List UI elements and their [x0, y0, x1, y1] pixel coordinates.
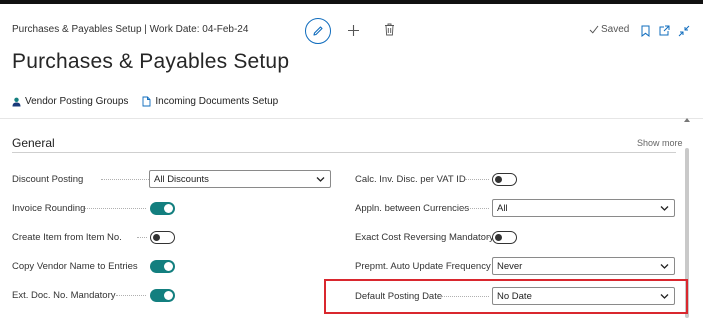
pencil-icon — [313, 26, 323, 36]
calc-inv-disc-toggle[interactable] — [492, 173, 517, 186]
field-label: Calc. Inv. Disc. per VAT ID — [355, 173, 466, 185]
ext-doc-no-mandatory-toggle[interactable] — [150, 289, 175, 302]
incoming-documents-setup-label: Incoming Documents Setup — [155, 96, 279, 107]
incoming-documents-setup-action[interactable]: Incoming Documents Setup — [142, 96, 278, 107]
top-bar — [0, 0, 703, 4]
checkmark-icon — [589, 25, 599, 34]
bookmark-icon — [641, 25, 650, 38]
trash-icon — [385, 23, 394, 36]
field-label: Create Item from Item No. — [12, 231, 122, 243]
page-title: Purchases & Payables Setup — [12, 50, 290, 73]
open-new-window-icon — [659, 25, 670, 36]
collapse-button[interactable] — [678, 24, 690, 42]
chevron-down-icon — [660, 206, 669, 211]
copy-vendor-name-field: Copy Vendor Name to Entries — [12, 256, 332, 276]
vendor-posting-groups-label: Vendor Posting Groups — [25, 96, 129, 107]
open-new-window-button[interactable] — [658, 24, 670, 42]
divider — [0, 118, 703, 119]
delete-button[interactable] — [384, 23, 395, 41]
section-title[interactable]: General — [12, 136, 55, 150]
toggle-knob — [164, 291, 173, 300]
saved-label: Saved — [601, 24, 630, 35]
invoice-rounding-field: Invoice Rounding — [12, 198, 332, 218]
toggle-knob — [494, 175, 502, 183]
edit-button[interactable] — [305, 18, 331, 44]
toggle-knob — [164, 262, 173, 271]
vendor-posting-groups-action[interactable]: Vendor Posting Groups — [12, 96, 128, 107]
create-item-field: Create Item from Item No. — [12, 227, 332, 247]
leader-dots — [101, 179, 155, 180]
field-label: Discount Posting — [12, 173, 84, 185]
highlight-box — [324, 279, 688, 314]
breadcrumb: Purchases & Payables Setup | Work Date: … — [12, 24, 249, 35]
field-label: Invoice Rounding — [12, 202, 86, 214]
show-more-link[interactable]: Show more — [637, 138, 683, 148]
create-item-toggle[interactable] — [150, 231, 175, 244]
leader-dots — [78, 208, 146, 209]
select-value: Never — [497, 260, 523, 272]
toggle-knob — [164, 204, 173, 213]
leader-dots — [137, 237, 147, 238]
leader-dots — [458, 208, 489, 209]
scroll-up-arrow[interactable] — [684, 118, 690, 122]
exact-cost-reversing-toggle[interactable] — [492, 231, 517, 244]
section-divider — [12, 152, 676, 153]
toggle-knob — [152, 233, 160, 241]
collapse-icon — [678, 25, 690, 37]
leader-dots — [116, 295, 146, 296]
action-bar: Vendor Posting Groups Incoming Documents… — [12, 96, 278, 107]
invoice-rounding-toggle[interactable] — [150, 202, 175, 215]
prepmt-auto-update-select[interactable]: Never — [492, 257, 675, 275]
field-label: Copy Vendor Name to Entries — [12, 260, 138, 272]
ext-doc-no-mandatory-field: Ext. Doc. No. Mandatory — [12, 285, 332, 305]
plus-icon — [348, 24, 359, 36]
exact-cost-reversing-field: Exact Cost Reversing Mandatory — [355, 227, 677, 247]
appln-between-currencies-select[interactable]: All — [492, 199, 675, 217]
saved-status: Saved — [589, 24, 629, 35]
chevron-down-icon — [316, 177, 325, 182]
document-icon — [142, 96, 151, 107]
field-label: Exact Cost Reversing Mandatory — [355, 231, 494, 243]
bookmark-button[interactable] — [641, 24, 650, 42]
copy-vendor-name-toggle[interactable] — [150, 260, 175, 273]
new-button[interactable] — [347, 20, 361, 40]
toggle-knob — [494, 233, 502, 241]
person-icon — [12, 97, 21, 106]
chevron-down-icon — [660, 264, 669, 269]
field-label: Prepmt. Auto Update Frequency — [355, 260, 491, 272]
leader-dots — [465, 179, 489, 180]
field-label: Appln. between Currencies — [355, 202, 470, 214]
select-value: All Discounts — [154, 173, 209, 185]
select-value: All — [497, 202, 508, 214]
field-label: Ext. Doc. No. Mandatory — [12, 289, 116, 301]
appln-between-currencies-field: Appln. between Currencies All — [355, 198, 677, 218]
leader-dots — [481, 237, 489, 238]
discount-posting-field: Discount Posting All Discounts — [12, 169, 332, 189]
discount-posting-select[interactable]: All Discounts — [149, 170, 331, 188]
prepmt-auto-update-field: Prepmt. Auto Update Frequency Never — [355, 256, 677, 276]
calc-inv-disc-field: Calc. Inv. Disc. per VAT ID — [355, 169, 677, 189]
